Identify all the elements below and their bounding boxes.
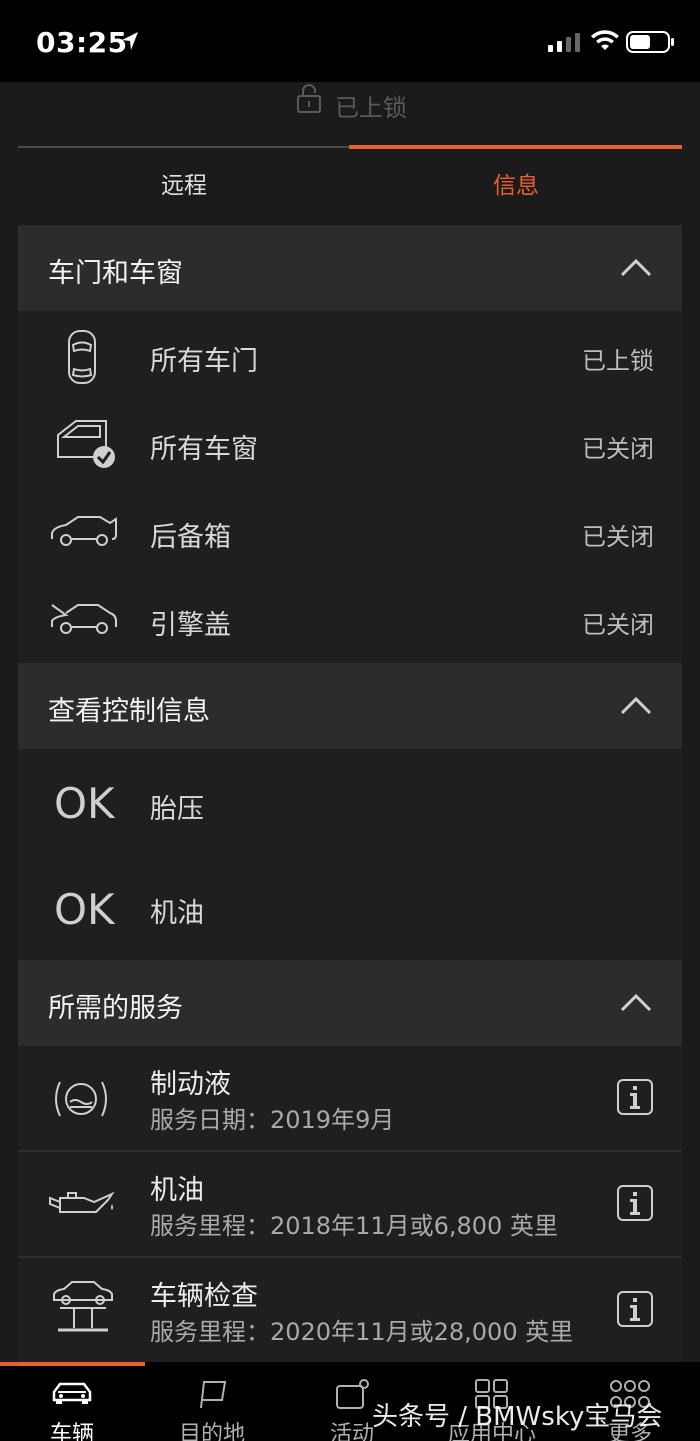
service-title: 制动液 bbox=[150, 1069, 231, 1100]
service-title: 车辆检查 bbox=[150, 1281, 258, 1312]
active-tab-indicator bbox=[349, 145, 682, 149]
service-item: 机油 服务里程：2018年11月或6,800 英里 bbox=[18, 1152, 682, 1256]
section-body-services: 制动液 服务日期：2019年9月 机油 服务里程：2018年11月或6,800 … bbox=[18, 1046, 682, 1362]
app-screen: 已上锁 远程 信息 车门和车窗 所有车门 已上锁 所有车窗 已关闭 后备箱 已关… bbox=[0, 82, 700, 1362]
list-item: 所有车门 已上锁 bbox=[18, 311, 682, 399]
lock-status: 已上锁 bbox=[0, 82, 700, 128]
row-value: 已关闭 bbox=[582, 523, 654, 551]
brake-fluid-icon bbox=[55, 1081, 107, 1117]
section-header-services[interactable]: 所需的服务 bbox=[18, 960, 682, 1046]
list-item: 后备箱 已关闭 bbox=[18, 487, 682, 575]
list-item: 引擎盖 已关闭 bbox=[18, 575, 682, 663]
battery-icon bbox=[626, 31, 674, 53]
nav-label: 目的地 bbox=[178, 1422, 245, 1441]
activity-icon bbox=[336, 1379, 369, 1409]
section-body-doors-windows: 所有车门 已上锁 所有车窗 已关闭 后备箱 已关闭 引擎盖 已关闭 bbox=[18, 311, 682, 663]
active-nav-indicator bbox=[0, 1362, 145, 1366]
service-title: 机油 bbox=[150, 1175, 204, 1206]
row-label: 所有车门 bbox=[150, 346, 258, 377]
watermark-text: 头条号 / BMWsky宝马会 bbox=[372, 1402, 663, 1432]
status-bar: 03:25 bbox=[0, 0, 700, 82]
chevron-up-icon[interactable] bbox=[620, 257, 652, 277]
service-subtitle: 服务里程：2018年11月或6,800 英里 bbox=[150, 1212, 558, 1240]
service-item: 制动液 服务日期：2019年9月 bbox=[18, 1046, 682, 1150]
row-label: 后备箱 bbox=[150, 522, 231, 553]
service-subtitle: 服务日期：2019年9月 bbox=[150, 1106, 395, 1134]
tab-remote[interactable]: 远程 bbox=[18, 166, 350, 200]
row-label: 所有车窗 bbox=[150, 434, 258, 465]
status-ok-text: OK bbox=[54, 779, 115, 828]
row-label: 机油 bbox=[150, 898, 204, 929]
status-time: 03:25 bbox=[36, 26, 128, 59]
section-title: 所需的服务 bbox=[48, 993, 183, 1024]
row-value: 已关闭 bbox=[582, 435, 654, 463]
list-item: OK 胎压 bbox=[18, 749, 682, 853]
trunk-icon bbox=[51, 516, 117, 546]
tab-info[interactable]: 信息 bbox=[350, 166, 682, 200]
section-title: 查看控制信息 bbox=[48, 696, 210, 727]
nav-label: 车辆 bbox=[49, 1422, 94, 1441]
section-body-check-control: OK 胎压 OK 机油 bbox=[18, 749, 682, 960]
row-value: 已上锁 bbox=[582, 347, 654, 375]
row-label: 引擎盖 bbox=[150, 610, 231, 641]
wifi-icon bbox=[591, 30, 619, 50]
section-title: 车门和车窗 bbox=[48, 258, 183, 289]
hood-icon bbox=[51, 604, 117, 634]
list-item: OK 机油 bbox=[18, 853, 682, 957]
nav-item-vehicle[interactable]: 车辆 bbox=[2, 1372, 142, 1441]
car-icon bbox=[52, 1382, 92, 1404]
car-lift-icon bbox=[53, 1281, 113, 1332]
flag-icon bbox=[200, 1381, 227, 1409]
window-check-icon bbox=[57, 420, 115, 468]
lock-status-text: 已上锁 bbox=[335, 94, 407, 122]
chevron-up-icon[interactable] bbox=[620, 992, 652, 1012]
info-icon[interactable] bbox=[616, 1078, 654, 1116]
service-subtitle: 服务里程：2020年11月或28,000 英里 bbox=[150, 1318, 574, 1346]
info-icon[interactable] bbox=[616, 1184, 654, 1222]
section-header-check-control[interactable]: 查看控制信息 bbox=[18, 663, 682, 749]
nav-item-destinations[interactable]: 目的地 bbox=[142, 1372, 282, 1441]
status-ok-text: OK bbox=[54, 885, 115, 934]
unlocked-padlock-icon bbox=[297, 84, 321, 113]
section-header-doors-windows[interactable]: 车门和车窗 bbox=[18, 225, 682, 311]
chevron-up-icon[interactable] bbox=[620, 695, 652, 715]
cellular-signal-icon bbox=[548, 33, 580, 52]
row-value: 已关闭 bbox=[582, 611, 654, 639]
tab-bar: 远程 信息 bbox=[18, 145, 682, 222]
service-item: 车辆检查 服务里程：2020年11月或28,000 英里 bbox=[18, 1258, 682, 1362]
oil-can-icon bbox=[49, 1191, 115, 1213]
car-top-view-icon bbox=[68, 330, 96, 384]
list-item: 所有车窗 已关闭 bbox=[18, 399, 682, 487]
location-arrow-icon bbox=[122, 32, 138, 50]
info-icon[interactable] bbox=[616, 1290, 654, 1328]
row-label: 胎压 bbox=[150, 794, 204, 825]
